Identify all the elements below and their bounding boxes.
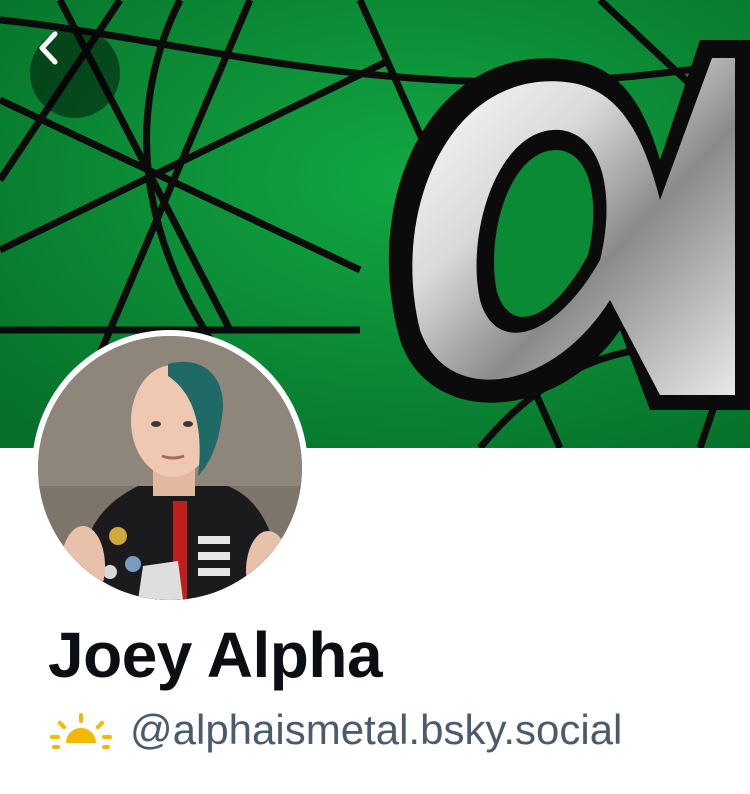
display-name: Joey Alpha	[48, 619, 383, 691]
handle-row: @alphaismetal.bsky.social	[50, 705, 622, 755]
profile-handle[interactable]: @alphaismetal.bsky.social	[130, 706, 622, 754]
sunrise-icon	[50, 713, 112, 749]
back-button[interactable]	[30, 28, 120, 118]
avatar-photo	[38, 336, 302, 600]
chevron-left-icon	[39, 31, 58, 65]
avatar[interactable]	[32, 330, 308, 606]
